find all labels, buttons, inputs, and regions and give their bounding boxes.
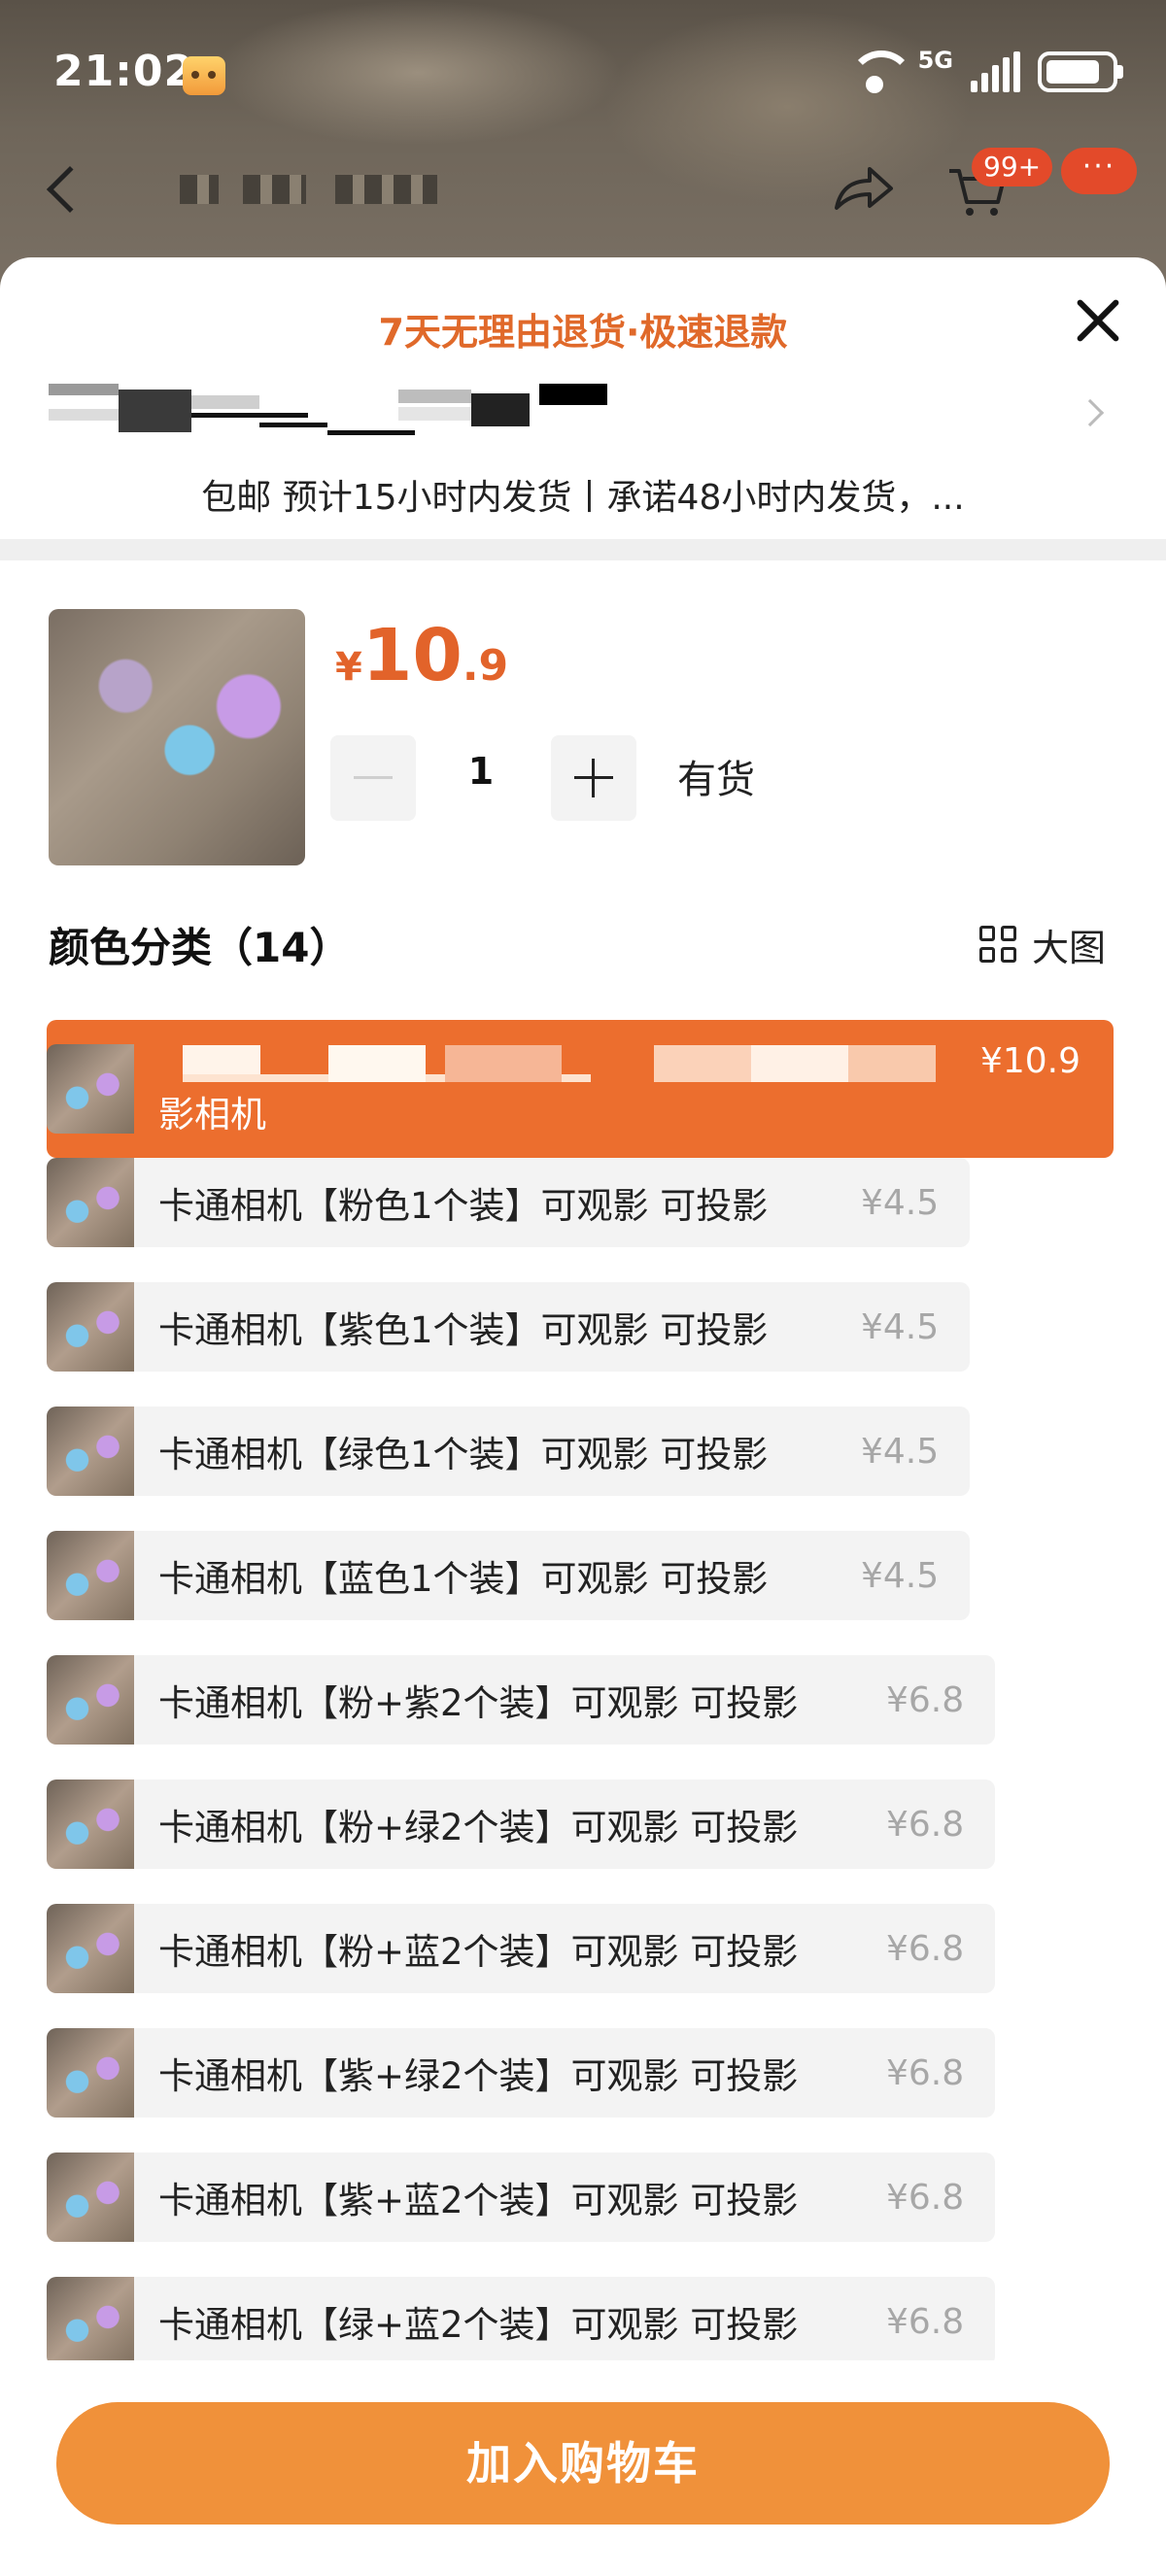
sku-option-price: ¥6.8	[886, 1928, 965, 1969]
more-options-button[interactable]: ···	[1061, 148, 1137, 194]
product-price: ¥10.9	[335, 614, 508, 697]
chevron-right-icon[interactable]	[1076, 398, 1105, 427]
sku-option-thumb	[47, 1407, 134, 1496]
price-decimal: .9	[462, 641, 509, 691]
sku-option-price: ¥10.9	[979, 1041, 1080, 1081]
signal-icon	[971, 51, 1020, 92]
sku-option[interactable]: 卡通相机【紫+蓝2个装】可观影 可投影 ¥6.8	[47, 2152, 995, 2242]
product-summary: ¥10.9 1 有货	[0, 560, 1166, 865]
product-image[interactable]	[49, 609, 305, 865]
sku-option-label: 卡通相机【粉色1个装】可观影 可投影	[158, 1185, 769, 1227]
quantity-decrease-button[interactable]	[330, 735, 416, 821]
quantity-increase-button[interactable]	[551, 735, 636, 821]
sku-option-price: ¥4.5	[861, 1555, 940, 1596]
status-time: 21:02	[53, 47, 195, 96]
sku-option-price: ¥6.8	[886, 2052, 965, 2093]
sku-option-thumb	[47, 1531, 134, 1620]
sku-option-thumb	[47, 1904, 134, 1993]
sku-option-thumb	[47, 1655, 134, 1745]
notification-app-icon	[183, 56, 225, 95]
sku-option-price: ¥6.8	[886, 1804, 965, 1845]
product-top-nav: 99+ ···	[0, 136, 1166, 243]
network-type: 5G	[917, 47, 953, 74]
redacted-nav-text	[180, 175, 219, 204]
sku-option-label: 卡通相机【紫+蓝2个装】可观影 可投影	[158, 2180, 799, 2221]
price-currency: ¥	[335, 645, 362, 690]
status-bar: 21:02 5G	[0, 0, 1166, 121]
share-icon[interactable]	[831, 163, 895, 214]
sku-option-thumb	[47, 1282, 134, 1372]
wifi-icon	[847, 51, 914, 93]
color-category-title: 颜色分类（14）	[49, 924, 351, 971]
sku-option-price: ¥6.8	[886, 2177, 965, 2218]
sku-option-label: 卡通相机【粉+紫2个装】可观影 可投影	[158, 1682, 799, 1724]
sku-option-thumb	[47, 1158, 134, 1247]
cart-count-badge: 99+	[972, 148, 1053, 186]
sku-option-thumb	[47, 2152, 134, 2242]
sku-option-label: 卡通相机【蓝色1个装】可观影 可投影	[158, 1558, 769, 1600]
sku-option-label: 卡通相机【粉+绿2个装】可观影 可投影	[158, 1807, 799, 1848]
back-icon[interactable]	[46, 165, 94, 214]
sku-option[interactable]: 卡通相机【绿色1个装】可观影 可投影 ¥4.5	[47, 1407, 970, 1496]
redacted-option-text	[654, 1045, 936, 1082]
sku-option[interactable]: 卡通相机【粉+蓝2个装】可观影 可投影 ¥6.8	[47, 1904, 995, 1993]
sku-bottom-sheet: 7天无理由退货·极速退款 包邮 预计15小时内发货丨承诺48小时内发货，... …	[0, 257, 1166, 2576]
sku-option-thumb	[47, 2028, 134, 2118]
redacted-nav-text	[335, 175, 437, 204]
sku-option-price: ¥4.5	[861, 1431, 940, 1472]
price-integer: 10	[361, 614, 463, 697]
add-to-cart-button[interactable]: 加入购物车	[56, 2402, 1110, 2525]
redacted-address[interactable]	[49, 384, 607, 438]
sku-option[interactable]: 卡通相机【绿+蓝2个装】可观影 可投影 ¥6.8	[47, 2277, 995, 2360]
sku-option-thumb	[47, 2277, 134, 2360]
sku-option[interactable]: 卡通相机【粉色1个装】可观影 可投影 ¥4.5	[47, 1158, 970, 1247]
sku-option-list: 影相机 ¥10.9 卡通相机【粉色1个装】可观影 可投影 ¥4.5 卡通相机【紫…	[47, 1020, 1125, 2360]
quantity-value[interactable]: 1	[457, 750, 505, 793]
divider	[0, 539, 1166, 560]
sheet-header: 7天无理由退货·极速退款 包邮 预计15小时内发货丨承诺48小时内发货，...	[0, 257, 1166, 539]
return-policy-promo: 7天无理由退货·极速退款	[378, 311, 788, 354]
sku-option-selected[interactable]: 影相机 ¥10.9	[47, 1020, 1114, 1158]
sku-option-price: ¥6.8	[886, 1679, 965, 1720]
redacted-nav-text	[243, 175, 306, 204]
sku-option-price: ¥4.5	[861, 1306, 940, 1347]
sku-option[interactable]: 卡通相机【蓝色1个装】可观影 可投影 ¥4.5	[47, 1531, 970, 1620]
stock-status: 有货	[677, 758, 755, 802]
sku-option-label: 影相机	[158, 1094, 266, 1135]
sku-option-label: 卡通相机【紫+绿2个装】可观影 可投影	[158, 2055, 799, 2097]
sku-option-label: 卡通相机【粉+蓝2个装】可观影 可投影	[158, 1931, 799, 1973]
sku-option-price: ¥4.5	[861, 1182, 940, 1223]
sku-option[interactable]: 卡通相机【紫色1个装】可观影 可投影 ¥4.5	[47, 1282, 970, 1372]
sku-option[interactable]: 卡通相机【紫+绿2个装】可观影 可投影 ¥6.8	[47, 2028, 995, 2118]
big-image-label: 大图	[1032, 927, 1107, 969]
battery-icon	[1038, 51, 1123, 92]
sku-option-thumb	[47, 1044, 134, 1134]
sku-option-price: ¥6.8	[886, 2301, 965, 2342]
big-image-toggle[interactable]: 大图	[979, 918, 1106, 971]
bottom-safe-area	[0, 2550, 1166, 2576]
sku-option-label: 卡通相机【绿+蓝2个装】可观影 可投影	[158, 2304, 799, 2346]
sku-option-label: 卡通相机【紫色1个装】可观影 可投影	[158, 1309, 769, 1351]
sku-option[interactable]: 卡通相机【粉+绿2个装】可观影 可投影 ¥6.8	[47, 1779, 995, 1869]
sku-option[interactable]: 卡通相机【粉+紫2个装】可观影 可投影 ¥6.8	[47, 1655, 995, 1745]
sku-option-label: 卡通相机【绿色1个装】可观影 可投影	[158, 1434, 769, 1475]
close-icon[interactable]	[1074, 296, 1122, 345]
grid-icon	[979, 925, 1018, 965]
sku-option-thumb	[47, 1779, 134, 1869]
redacted-option-text	[183, 1045, 610, 1082]
status-icons: 5G	[847, 47, 1123, 93]
shipping-info: 包邮 预计15小时内发货丨承诺48小时内发货，...	[201, 478, 965, 518]
